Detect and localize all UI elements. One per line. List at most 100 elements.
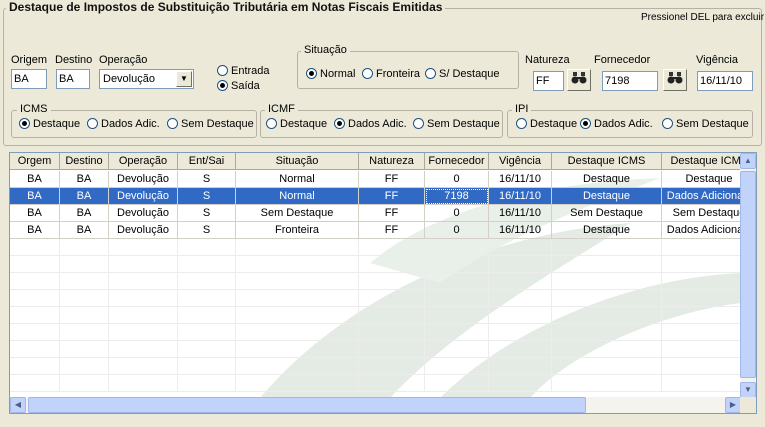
col-vigencia-header[interactable]: Vigência: [489, 153, 552, 170]
ipi-radio-destaque[interactable]: Destaque: [516, 118, 577, 130]
icms-radio-dados-adic[interactable]: Dados Adic.: [87, 118, 160, 130]
table-row[interactable]: BA BA Devolução S Normal FF 0 16/11/10 Destaque D…: [10, 171, 741, 188]
table-cell[interactable]: 0: [425, 171, 489, 188]
icms-radio-sem-destaque[interactable]: Sem Destaque: [167, 118, 254, 130]
col-destaque-icmf-header[interactable]: Destaque ICMF: [662, 153, 741, 170]
table-cell[interactable]: Dados Adicionais: [662, 222, 741, 239]
col-situacao-header[interactable]: Situação: [236, 153, 359, 170]
table-cell[interactable]: BA: [60, 171, 109, 188]
col-destino-header[interactable]: Destino: [60, 153, 109, 170]
table-cell[interactable]: 7198: [425, 188, 489, 205]
situacao-radio-normal[interactable]: Normal: [306, 68, 355, 80]
radio-entrada[interactable]: Entrada: [217, 65, 270, 77]
table-cell[interactable]: Normal: [236, 188, 359, 205]
ipi-radio-sem-destaque[interactable]: Sem Destaque: [662, 118, 749, 130]
operacao-select[interactable]: Devolução ▼: [99, 69, 194, 89]
table-cell[interactable]: BA: [10, 171, 60, 188]
horizontal-scroll-thumb[interactable]: [28, 397, 586, 413]
table-cell[interactable]: S: [178, 171, 236, 188]
table-cell[interactable]: Sem Destaque: [552, 205, 662, 222]
table-row[interactable]: BA BA Devolução S Fronteira FF 0 16/11/10 Destaq…: [10, 222, 741, 239]
col-destaque-icms-header[interactable]: Destaque ICMS: [552, 153, 662, 170]
vertical-scroll-thumb[interactable]: [740, 171, 756, 378]
origem-field[interactable]: BA: [11, 69, 47, 89]
icms-radio-destaque[interactable]: Destaque: [19, 118, 80, 130]
table-cell[interactable]: BA: [10, 188, 60, 205]
table-cell[interactable]: Destaque: [662, 171, 741, 188]
table-cell[interactable]: FF: [359, 205, 425, 222]
icmf-radio-dados-adic[interactable]: Dados Adic.: [334, 118, 407, 130]
table-cell[interactable]: BA: [10, 205, 60, 222]
scroll-right-button[interactable]: ▶: [725, 397, 741, 413]
col-fornecedor-header[interactable]: Fornecedor: [425, 153, 489, 170]
situacao-radio-fronteira[interactable]: Fronteira: [362, 68, 420, 80]
scroll-down-button[interactable]: ▼: [740, 382, 756, 398]
table-cell[interactable]: Destaque: [552, 188, 662, 205]
col-ent-sai-header[interactable]: Ent/Sai: [178, 153, 236, 170]
table-cell[interactable]: 16/11/10: [489, 188, 552, 205]
table-cell[interactable]: Devolução: [109, 205, 178, 222]
scroll-up-button[interactable]: ▲: [740, 153, 756, 169]
table-cell[interactable]: S: [178, 205, 236, 222]
table-cell[interactable]: BA: [60, 188, 109, 205]
table-cell[interactable]: Dados Adicionais: [662, 188, 741, 205]
table-cell[interactable]: Fronteira: [236, 222, 359, 239]
table-cell[interactable]: BA: [60, 222, 109, 239]
col-orgem-header[interactable]: Orgem: [10, 153, 60, 170]
situacao-radio-sem-destaque[interactable]: S/ Destaque: [425, 68, 500, 80]
table-cell[interactable]: FF: [359, 222, 425, 239]
table-cell[interactable]: S: [178, 222, 236, 239]
scroll-left-button[interactable]: ◀: [10, 397, 26, 413]
natureza-field[interactable]: FF: [533, 71, 564, 91]
empty-cell: [662, 239, 741, 256]
table-cell[interactable]: Devolução: [109, 222, 178, 239]
empty-cell: [662, 256, 741, 273]
table-cell[interactable]: Destaque: [552, 171, 662, 188]
empty-cell: [425, 273, 489, 290]
empty-cell: [552, 341, 662, 358]
table-cell[interactable]: 16/11/10: [489, 171, 552, 188]
col-operacao-header[interactable]: Operação: [109, 153, 178, 170]
table-cell[interactable]: 0: [425, 205, 489, 222]
table-cell[interactable]: 16/11/10: [489, 205, 552, 222]
icmf-radio-sem-destaque[interactable]: Sem Destaque: [413, 118, 500, 130]
grid-body[interactable]: Orgem Destino Operação Ent/Sai Situação Natur…: [10, 153, 741, 398]
empty-row: [10, 324, 741, 341]
ipi-sem-destaque-dot: [662, 118, 673, 129]
chevron-down-icon[interactable]: ▼: [176, 71, 192, 87]
table-cell[interactable]: FF: [359, 171, 425, 188]
table-row[interactable]: BA BA Devolução S Sem Destaque FF 0 16/11/10 Sem…: [10, 205, 741, 222]
table-cell[interactable]: Devolução: [109, 188, 178, 205]
table-cell[interactable]: 0: [425, 222, 489, 239]
table-cell[interactable]: Sem Destaque: [236, 205, 359, 222]
table-cell[interactable]: 16/11/10: [489, 222, 552, 239]
vertical-scrollbar[interactable]: ▲ ▼: [740, 153, 756, 398]
ipi-radio-dados-adic[interactable]: Dados Adic.: [580, 118, 653, 130]
empty-cell: [178, 324, 236, 341]
destino-field[interactable]: BA: [56, 69, 90, 89]
vigencia-field[interactable]: 16/11/10: [697, 71, 753, 91]
table-cell[interactable]: Destaque: [552, 222, 662, 239]
table-row[interactable]: BA BA Devolução S Normal FF 7198 16/11/10 Destaq…: [10, 188, 741, 205]
empty-cell: [60, 239, 109, 256]
table-cell[interactable]: S: [178, 188, 236, 205]
empty-cell: [552, 324, 662, 341]
horizontal-scrollbar[interactable]: ◀ ▶: [10, 397, 741, 413]
table-cell[interactable]: Normal: [236, 171, 359, 188]
table-cell[interactable]: BA: [10, 222, 60, 239]
empty-cell: [489, 307, 552, 324]
empty-cell: [662, 341, 741, 358]
empty-cell: [236, 341, 359, 358]
table-cell[interactable]: FF: [359, 188, 425, 205]
fornecedor-search-button[interactable]: [663, 69, 687, 91]
icmf-radio-destaque[interactable]: Destaque: [266, 118, 327, 130]
fornecedor-field[interactable]: 7198: [602, 71, 658, 91]
empty-cell: [10, 307, 60, 324]
col-natureza-header[interactable]: Natureza: [359, 153, 425, 170]
table-cell[interactable]: BA: [60, 205, 109, 222]
natureza-search-button[interactable]: [567, 69, 591, 91]
radio-saida[interactable]: Saída: [217, 80, 260, 92]
table-cell[interactable]: Devolução: [109, 171, 178, 188]
data-grid[interactable]: Orgem Destino Operação Ent/Sai Situação Natur…: [9, 152, 757, 414]
table-cell[interactable]: Sem Destaque: [662, 205, 741, 222]
